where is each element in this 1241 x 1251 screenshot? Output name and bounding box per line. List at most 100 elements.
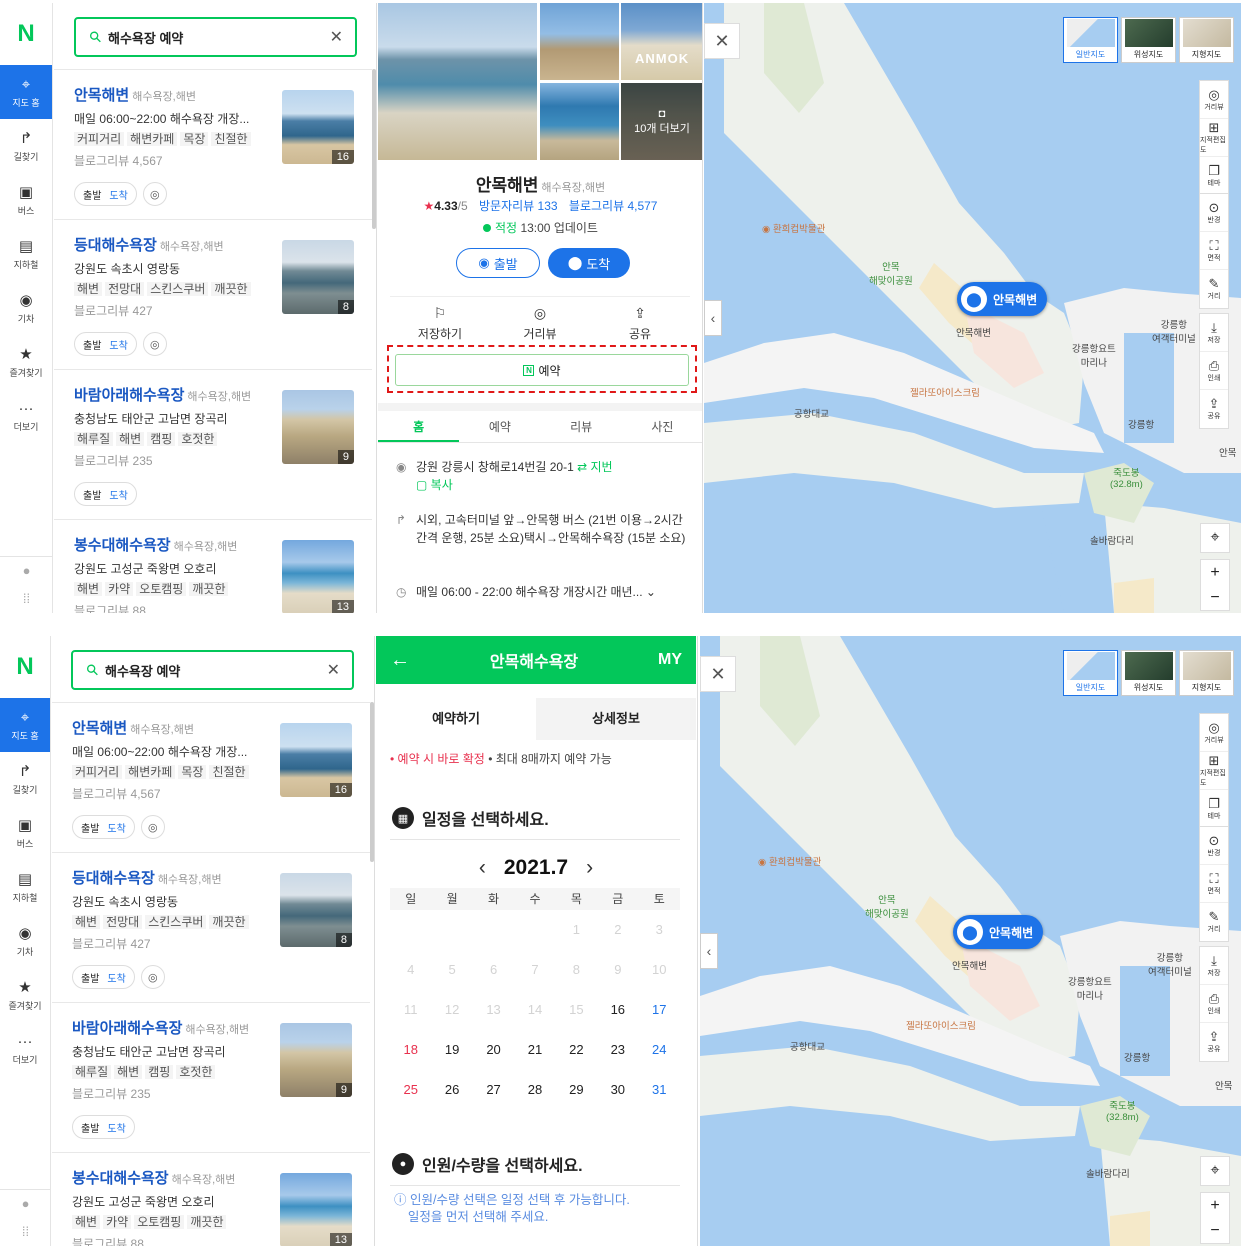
copy-button[interactable]: ▢ 복사 xyxy=(416,478,453,492)
distance-tool[interactable]: ✎ 거리 xyxy=(1200,903,1228,941)
calendar-day[interactable]: 18 xyxy=(390,1030,431,1070)
calendar-day[interactable]: 17 xyxy=(639,990,680,1030)
apps-grid-icon[interactable]: ⁞⁞ xyxy=(0,585,53,613)
map-label[interactable]: 강릉항요트 마리나 xyxy=(1072,341,1116,369)
calendar-day[interactable]: 16 xyxy=(597,990,638,1030)
depart-arrive-button[interactable]: 출발 도착 xyxy=(74,332,137,356)
photo-grid[interactable]: ANMOK ◘ 10개 더보기 xyxy=(378,3,702,160)
tab-photo[interactable]: 사진 xyxy=(622,411,702,442)
place-pin[interactable]: ⬤ 안목해변 xyxy=(957,282,1048,316)
share-button[interactable]: ⇪ 공유 xyxy=(590,305,690,342)
blog-review-link[interactable]: 블로그리뷰 4,577 xyxy=(569,199,658,213)
map-label[interactable]: 안목해변 xyxy=(956,325,991,339)
location-pin-icon[interactable]: ◎ xyxy=(142,182,167,206)
street-view-tool[interactable]: ◎ 거리뷰 xyxy=(1200,81,1228,119)
map-type-satellite[interactable]: 위성지도 xyxy=(1121,650,1176,696)
clear-search-icon[interactable]: ✕ xyxy=(330,27,343,47)
calendar-day[interactable]: 26 xyxy=(431,1070,472,1110)
map-label[interactable]: ◉ 환희컵박물관 xyxy=(762,221,825,235)
map-label[interactable]: 죽도봉 (32.8m) xyxy=(1110,465,1143,490)
place-thumbnail[interactable]: 13 xyxy=(280,1173,352,1246)
place-name[interactable]: 봉수대해수욕장 xyxy=(74,537,171,554)
tab-reservation[interactable]: 예약 xyxy=(459,411,540,442)
map-label[interactable]: 죽도봉 (32.8m) xyxy=(1106,1098,1139,1123)
nav-directions[interactable]: ↱ 길찾기 xyxy=(0,752,50,806)
place-thumbnail[interactable]: 16 xyxy=(282,90,354,164)
tab-home[interactable]: 홈 xyxy=(378,411,460,442)
list-item[interactable]: 안목해변 해수욕장,해변 매일 06:00~22:00 해수욕장 개장... 커피… xyxy=(54,69,372,219)
street-view-button[interactable]: ◎ 거리뷰 xyxy=(490,305,590,342)
location-pin-icon[interactable]: ◎ xyxy=(140,965,165,989)
prev-month-button[interactable]: ‹ xyxy=(479,856,486,879)
map-label[interactable]: 안목 해맞이공원 xyxy=(865,892,909,920)
calendar-day[interactable]: 29 xyxy=(556,1070,597,1110)
nav-subway[interactable]: ▤ 지하철 xyxy=(0,860,50,914)
depart-arrive-button[interactable]: 출발 도착 xyxy=(74,482,137,506)
map-label[interactable]: 강릉항 여객터미널 xyxy=(1152,317,1196,345)
my-button[interactable]: MY xyxy=(658,651,682,669)
place-thumbnail[interactable]: 9 xyxy=(280,1023,352,1097)
more-photos-button[interactable]: ◘ 10개 더보기 xyxy=(621,83,702,160)
theme-tool[interactable]: ❐ 테마 xyxy=(1200,157,1228,195)
radius-tool[interactable]: ⊙ 반경 xyxy=(1200,194,1228,232)
cadastral-tool[interactable]: ⊞ 지적편집도 xyxy=(1200,119,1228,157)
place-thumbnail[interactable]: 16 xyxy=(280,723,352,797)
tab-details[interactable]: 상세정보 xyxy=(536,698,696,740)
photo[interactable]: ANMOK xyxy=(621,3,702,80)
list-item[interactable]: 등대해수욕장 해수욕장,해변 강원도 속초시 영랑동 해변 전망대 스킨스쿠버 깨끗한 … xyxy=(54,219,372,369)
reserve-button[interactable]: N 예약 xyxy=(395,354,689,386)
next-month-button[interactable]: › xyxy=(586,856,593,879)
photo[interactable] xyxy=(540,83,619,160)
nav-train[interactable]: ◉ 기차 xyxy=(0,281,52,335)
nav-bus[interactable]: ▣ 버스 xyxy=(0,173,52,227)
user-icon[interactable]: ● xyxy=(0,557,53,585)
map-type-terrain[interactable]: 지형지도 xyxy=(1179,17,1234,63)
depart-arrive-button[interactable]: 출발 도착 xyxy=(72,815,135,839)
list-item[interactable]: 바람아래해수욕장 해수욕장,해변 충청남도 태안군 고남면 장곡리 해루질 해변 캠핑… xyxy=(52,1002,370,1152)
place-thumbnail[interactable]: 13 xyxy=(282,540,354,613)
list-item[interactable]: 등대해수욕장 해수욕장,해변 강원도 속초시 영랑동 해변 전망대 스킨스쿠버 깨끗한 … xyxy=(52,852,370,1002)
calendar-day[interactable]: 31 xyxy=(639,1070,680,1110)
depart-arrive-button[interactable]: 출발 도착 xyxy=(74,182,137,206)
back-arrow-icon[interactable]: ← xyxy=(390,649,410,672)
place-name[interactable]: 봉수대해수욕장 xyxy=(72,1170,169,1187)
radius-tool[interactable]: ⊙ 반경 xyxy=(1200,827,1228,865)
nav-bus[interactable]: ▣ 버스 xyxy=(0,806,50,860)
search-box[interactable]: ⚲ 해수욕장 예약 ✕ xyxy=(71,650,354,690)
calendar-day[interactable]: 23 xyxy=(597,1030,638,1070)
list-item[interactable]: 봉수대해수욕장 해수욕장,해변 강원도 고성군 죽왕면 오호리 해변 카약 오토캠핑 깨… xyxy=(54,519,372,613)
nav-map-home[interactable]: ⌖ 지도 홈 xyxy=(0,65,52,119)
calendar-day[interactable]: 25 xyxy=(390,1070,431,1110)
close-panel-button[interactable]: ✕ xyxy=(700,656,736,692)
tab-review[interactable]: 리뷰 xyxy=(541,411,622,442)
naver-logo[interactable]: N xyxy=(0,3,52,65)
place-pin[interactable]: ⬤ 안목해변 xyxy=(953,915,1044,949)
nav-more[interactable]: ··· 더보기 xyxy=(0,389,52,443)
zoom-in-button[interactable]: + xyxy=(1201,560,1229,585)
map-view[interactable]: ✕ ‹ 일반지도 위성지도 지형지도 ◎ 거리뷰 ⊞ 지적편집도 ❐ 테마 ⊙ 반경 ⛶… xyxy=(704,3,1241,613)
area-tool[interactable]: ⛶ 면적 xyxy=(1200,865,1228,903)
map-type-satellite[interactable]: 위성지도 xyxy=(1121,17,1176,63)
nav-train[interactable]: ◉ 기차 xyxy=(0,914,50,968)
place-name[interactable]: 바람아래해수욕장 xyxy=(74,387,184,404)
map-label[interactable]: 젤라또아이스크림 xyxy=(910,385,980,399)
calendar-day[interactable]: 30 xyxy=(597,1070,638,1110)
visitor-review-link[interactable]: 방문자리뷰 133 xyxy=(479,199,558,213)
clear-search-icon[interactable]: ✕ xyxy=(327,660,340,680)
hours-row[interactable]: ◷ 매일 06:00 - 22:00 해수욕장 개장시간 매년... ⌄ xyxy=(396,583,691,601)
apps-grid-icon[interactable]: ⁞⁞ xyxy=(0,1218,51,1246)
calendar-day[interactable]: 20 xyxy=(473,1030,514,1070)
place-thumbnail[interactable]: 8 xyxy=(282,240,354,314)
zoom-out-button[interactable]: − xyxy=(1201,1218,1229,1243)
cadastral-tool[interactable]: ⊞ 지적편집도 xyxy=(1200,752,1228,790)
share-tool[interactable]: ⇪ 공유 xyxy=(1200,390,1228,428)
theme-tool[interactable]: ❐ 테마 xyxy=(1200,790,1228,828)
nav-directions[interactable]: ↱ 길찾기 xyxy=(0,119,52,173)
map-label[interactable]: 강릉항요트 마리나 xyxy=(1068,974,1112,1002)
calendar-day[interactable]: 24 xyxy=(639,1030,680,1070)
calendar-day[interactable]: 19 xyxy=(431,1030,472,1070)
search-input[interactable]: 해수욕장 예약 xyxy=(105,661,327,680)
nav-subway[interactable]: ▤ 지하철 xyxy=(0,227,52,281)
nav-more[interactable]: ··· 더보기 xyxy=(0,1022,50,1076)
jibun-toggle[interactable]: ⇄ 지번 xyxy=(577,460,612,474)
